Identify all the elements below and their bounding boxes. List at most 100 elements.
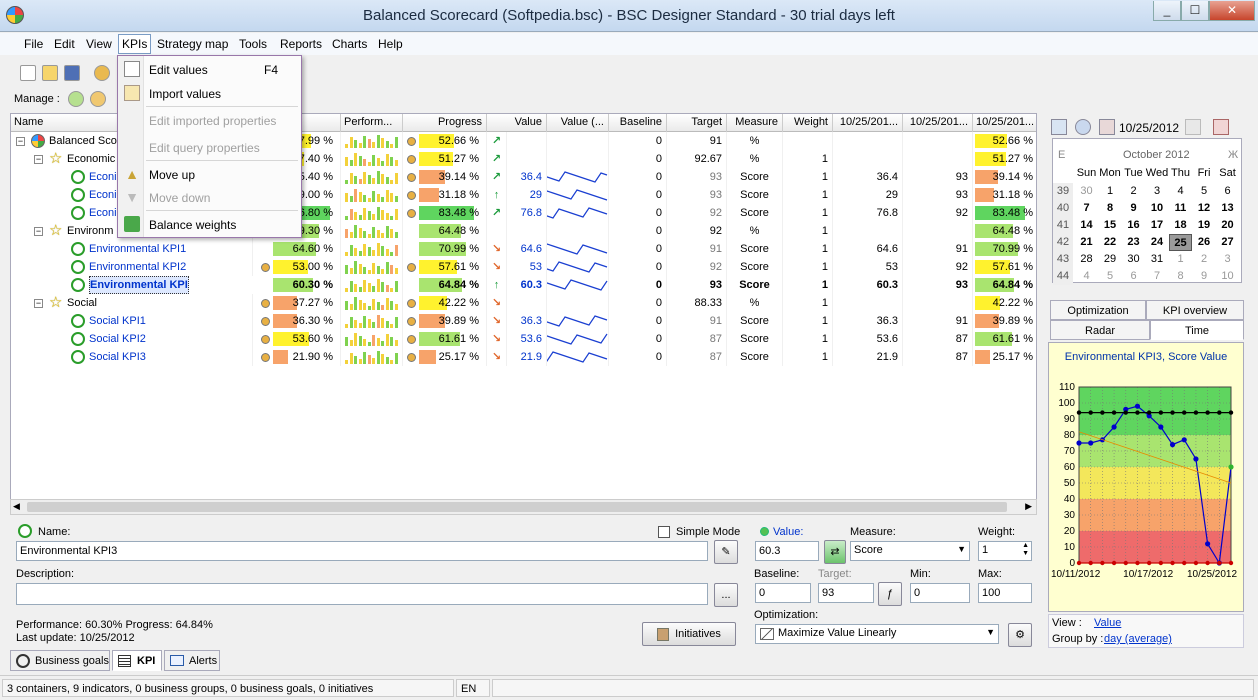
calendar-day[interactable]: 26 xyxy=(1193,234,1216,251)
tree-collapse-toggle[interactable]: − xyxy=(16,137,25,146)
calendar-day[interactable]: 9 xyxy=(1122,200,1145,217)
minimize-button[interactable]: _ xyxy=(1153,1,1181,21)
initiatives-button[interactable]: Initiatives xyxy=(642,622,736,646)
tab-business-goals[interactable]: Business goals xyxy=(10,650,110,671)
calendar-day[interactable]: 9 xyxy=(1193,268,1216,285)
maximize-button[interactable]: ☐ xyxy=(1181,1,1209,21)
stepper-arrows-icon[interactable]: ▲ ▼ xyxy=(1022,542,1029,558)
column-header[interactable]: Value (... xyxy=(547,114,609,132)
column-header[interactable]: Value xyxy=(487,114,547,132)
calendar-day[interactable]: 28 xyxy=(1075,251,1098,268)
menu-edit[interactable]: Edit xyxy=(54,37,75,51)
optimization-settings-button[interactable]: ⚙ xyxy=(1008,623,1032,647)
calendar-day[interactable]: 10 xyxy=(1216,268,1239,285)
calendar-prev-button[interactable]: Е xyxy=(1058,149,1065,161)
calendar-icon[interactable] xyxy=(1051,119,1067,135)
menu-file[interactable]: File xyxy=(24,37,43,51)
menu-item-move-up[interactable]: ▲ Move up xyxy=(118,163,301,185)
column-header[interactable]: 10/25/201... xyxy=(903,114,973,132)
weight-stepper[interactable]: 1 ▲ ▼ xyxy=(978,541,1032,561)
value-input[interactable] xyxy=(755,541,819,561)
tab-optimization[interactable]: Optimization xyxy=(1050,300,1146,320)
tree-collapse-toggle[interactable]: − xyxy=(34,227,43,236)
calendar-day[interactable]: 7 xyxy=(1075,200,1098,217)
column-header[interactable]: 10/25/201... xyxy=(833,114,903,132)
forward-icon[interactable] xyxy=(1185,119,1201,135)
calendar-day[interactable]: 10 xyxy=(1146,200,1169,217)
calendar-day[interactable]: 2 xyxy=(1193,251,1216,268)
min-input[interactable] xyxy=(910,583,970,603)
tree-collapse-toggle[interactable]: − xyxy=(34,299,43,308)
menu-charts[interactable]: Charts xyxy=(332,37,367,51)
scroll-thumb[interactable] xyxy=(27,502,1007,512)
menu-item-import-values[interactable]: Import values xyxy=(118,82,301,104)
calendar-day[interactable]: 5 xyxy=(1099,268,1122,285)
calendar-day[interactable]: 1 xyxy=(1099,183,1122,200)
calendar-day[interactable]: 11 xyxy=(1169,200,1192,217)
target-function-button[interactable]: ƒ xyxy=(878,582,902,606)
close-button[interactable]: ✕ xyxy=(1209,1,1255,21)
save-icon[interactable] xyxy=(64,65,80,81)
delete-date-icon[interactable] xyxy=(1213,119,1229,135)
view-link[interactable]: Value xyxy=(1094,617,1121,629)
column-header[interactable]: Weight xyxy=(783,114,833,132)
calendar-day[interactable]: 6 xyxy=(1216,183,1239,200)
calendar-day[interactable]: 22 xyxy=(1099,234,1122,251)
calendar-day[interactable]: 13 xyxy=(1216,200,1239,217)
menu-tools[interactable]: Tools xyxy=(239,37,267,51)
calendar-next-button[interactable]: Ж xyxy=(1228,149,1238,161)
tab-kpi-overview[interactable]: KPI overview xyxy=(1146,300,1244,320)
description-ellipsis-button[interactable]: ... xyxy=(714,583,738,607)
calendar-day[interactable]: 17 xyxy=(1146,217,1169,234)
calendar-day[interactable]: 6 xyxy=(1122,268,1145,285)
calendar-day[interactable]: 30 xyxy=(1075,183,1098,200)
description-input[interactable] xyxy=(16,583,708,605)
calendar-day[interactable]: 3 xyxy=(1216,251,1239,268)
column-header[interactable]: Target xyxy=(667,114,727,132)
calendar-day[interactable]: 5 xyxy=(1193,183,1216,200)
calendar-day[interactable]: 23 xyxy=(1122,234,1145,251)
name-action-button[interactable]: ✎ xyxy=(714,540,738,564)
calendar-day[interactable]: 4 xyxy=(1075,268,1098,285)
calendar-day[interactable]: 8 xyxy=(1169,268,1192,285)
group-by-link[interactable]: day (average) xyxy=(1104,633,1172,645)
column-header[interactable]: Perform... xyxy=(341,114,403,132)
name-input[interactable] xyxy=(16,541,708,561)
add-container-icon[interactable] xyxy=(68,91,84,107)
menu-strategy-map[interactable]: Strategy map xyxy=(157,37,228,51)
new-file-icon[interactable] xyxy=(20,65,36,81)
calendar-day[interactable]: 25 xyxy=(1169,234,1192,251)
table-row[interactable]: Environmental KPI2 53.00 % 57.61 % ↘ 53 0 92 Sc… xyxy=(11,258,1036,276)
calendar-month[interactable]: October 2012 xyxy=(1123,149,1190,161)
today-icon[interactable] xyxy=(1099,119,1115,135)
column-header[interactable]: Measure xyxy=(727,114,783,132)
calendar-day[interactable]: 31 xyxy=(1146,251,1169,268)
calendar-day[interactable]: 20 xyxy=(1216,217,1239,234)
calendar-day[interactable]: 7 xyxy=(1146,268,1169,285)
calendar-day[interactable]: 21 xyxy=(1075,234,1098,251)
table-row-container[interactable]: − ☆ Social 37.27 % 42.22 % ↘ 0 88.33% 1 42.22 % xyxy=(11,294,1036,312)
tab-alerts[interactable]: Alerts xyxy=(164,650,220,671)
back-icon[interactable] xyxy=(1075,119,1091,135)
calendar-day[interactable]: 15 xyxy=(1099,217,1122,234)
menu-item-edit-values[interactable]: Edit values F4 xyxy=(118,58,301,80)
column-header[interactable]: Baseline xyxy=(609,114,667,132)
calendar-day[interactable]: 30 xyxy=(1122,251,1145,268)
scroll-left-icon[interactable]: ◀ xyxy=(13,501,20,512)
calendar-day[interactable]: 8 xyxy=(1099,200,1122,217)
simple-mode-checkbox[interactable] xyxy=(658,526,670,538)
calendar-day[interactable]: 27 xyxy=(1216,234,1239,251)
tab-radar[interactable]: Radar xyxy=(1050,320,1150,340)
horizontal-scrollbar[interactable]: ◀ ▶ xyxy=(10,499,1037,515)
add-indicator-icon[interactable] xyxy=(90,91,106,107)
menu-item-balance-weights[interactable]: Balance weights xyxy=(118,213,301,235)
menu-help[interactable]: Help xyxy=(378,37,403,51)
max-input[interactable] xyxy=(978,583,1032,603)
calendar-day[interactable]: 29 xyxy=(1099,251,1122,268)
settings-gear-icon[interactable] xyxy=(94,65,110,81)
table-row[interactable]: Environmental KPI1 64.60 % 70.99 % ↘ 64.6 0 91… xyxy=(11,240,1036,258)
calendar-day[interactable]: 4 xyxy=(1169,183,1192,200)
table-row[interactable]: Social KPI2 53.60 % 61.61 % ↘ 53.6 0 87 Score 1 5… xyxy=(11,330,1036,348)
menu-reports[interactable]: Reports xyxy=(280,37,322,51)
scroll-right-icon[interactable]: ▶ xyxy=(1025,501,1032,512)
